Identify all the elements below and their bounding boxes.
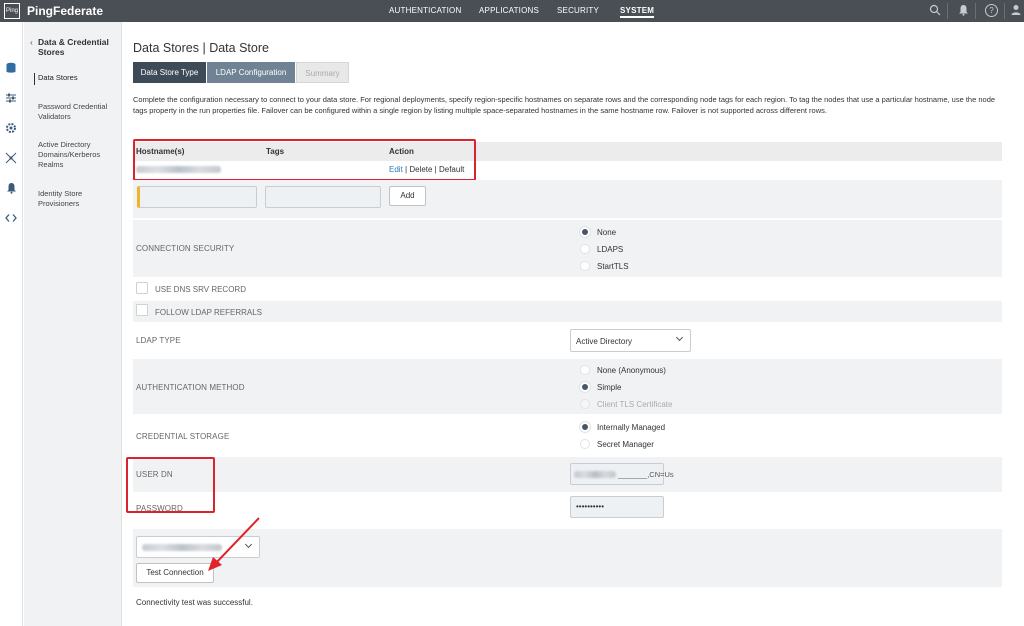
top-bar: Ping PingFederate AUTHENTICATION APPLICA… xyxy=(0,0,1024,22)
back-to-data-credential-stores[interactable]: ‹ Data & Credential Stores xyxy=(30,37,120,57)
nav-applications[interactable]: APPLICATIONS xyxy=(479,6,539,15)
user-dn-redacted xyxy=(574,471,616,478)
main-content: Data Stores | Data Store Data Store Type… xyxy=(123,22,1024,626)
tags-input[interactable] xyxy=(265,186,381,208)
radio-internally-managed[interactable] xyxy=(580,422,590,432)
add-hostname-row: Add xyxy=(133,180,1002,218)
gear-icon[interactable] xyxy=(4,122,18,136)
nav-security[interactable]: SECURITY xyxy=(557,6,599,15)
sidebar-item-active-directory-domains[interactable]: Active Directory Domains/Kerberos Realms xyxy=(38,140,120,170)
radio-internally-managed-label: Internally Managed xyxy=(597,423,666,432)
dns-srv-row: USE DNS SRV RECORD xyxy=(133,279,1002,299)
radio-ldaps[interactable] xyxy=(580,244,590,254)
chevron-left-icon: ‹ xyxy=(30,37,33,47)
search-icon[interactable] xyxy=(929,4,941,21)
credential-storage-section: CREDENTIAL STORAGE Internally Managed Se… xyxy=(133,415,1002,455)
radio-starttls-label: StartTLS xyxy=(597,262,629,271)
active-indicator xyxy=(34,73,35,85)
auth-method-label: AUTHENTICATION METHOD xyxy=(136,383,245,392)
user-dn-row: USER DN _______,CN=Us xyxy=(133,457,1002,492)
user-icon[interactable] xyxy=(1011,4,1021,21)
radio-starttls[interactable] xyxy=(580,261,590,271)
ping-logo: Ping xyxy=(4,3,20,19)
radio-simple-label: Simple xyxy=(597,383,622,392)
radio-secret-manager-label: Secret Manager xyxy=(597,440,654,449)
annotation-arrow xyxy=(208,517,260,571)
radio-secret-manager[interactable] xyxy=(580,439,590,449)
page-description: Complete the configuration necessary to … xyxy=(133,95,996,115)
sidebar-item-password-credential-validators[interactable]: Password Credential Validators xyxy=(38,102,120,122)
chevron-down-icon xyxy=(675,333,684,342)
radio-ldaps-label: LDAPS xyxy=(597,245,624,254)
dns-srv-checkbox[interactable] xyxy=(136,282,148,294)
ldap-type-row: LDAP TYPE Active Directory xyxy=(133,323,1002,358)
password-value: •••••••••• xyxy=(576,502,605,511)
radio-client-tls-label: Client TLS Certificate xyxy=(597,400,673,409)
ldap-type-select[interactable]: Active Directory xyxy=(570,329,691,352)
radio-none[interactable] xyxy=(580,227,590,237)
tab-ldap-configuration[interactable]: LDAP Configuration xyxy=(207,62,295,83)
bell-icon[interactable] xyxy=(4,182,18,196)
auth-method-section: AUTHENTICATION METHOD None (Anonymous) S… xyxy=(133,359,1002,414)
nav-system[interactable]: SYSTEM xyxy=(620,6,655,18)
ldap-referrals-row: FOLLOW LDAP REFERRALS xyxy=(133,301,1002,322)
icon-rail xyxy=(0,22,23,626)
help-icon[interactable]: ? xyxy=(985,4,998,17)
nav-authentication[interactable]: AUTHENTICATION xyxy=(389,6,461,15)
radio-none-label: None xyxy=(597,228,617,237)
dns-srv-label: USE DNS SRV RECORD xyxy=(155,285,246,294)
add-button[interactable]: Add xyxy=(389,186,426,206)
product-name: PingFederate xyxy=(27,4,104,18)
credential-storage-label: CREDENTIAL STORAGE xyxy=(136,432,230,441)
back-label: Data & Credential Stores xyxy=(38,37,109,57)
connectivity-status: Connectivity test was successful. xyxy=(136,598,253,607)
data-stores-icon[interactable] xyxy=(4,62,18,76)
network-icon[interactable] xyxy=(4,152,18,166)
radio-client-tls xyxy=(580,399,590,409)
radio-anonymous[interactable] xyxy=(580,365,590,375)
hostname-input[interactable] xyxy=(137,186,257,208)
page-title: Data Stores | Data Store xyxy=(133,41,269,55)
user-dn-value: _______,CN=Us xyxy=(618,470,674,479)
user-dn-input[interactable]: _______,CN=Us xyxy=(570,463,674,485)
highlight-credentials xyxy=(126,457,215,513)
code-icon[interactable] xyxy=(4,212,18,226)
radio-simple[interactable] xyxy=(580,382,590,392)
side-nav: ‹ Data & Credential Stores Data Stores P… xyxy=(24,22,122,626)
tab-data-store-type[interactable]: Data Store Type xyxy=(133,62,206,83)
radio-anonymous-label: None (Anonymous) xyxy=(597,366,666,375)
connection-security-label: CONNECTION SECURITY xyxy=(136,244,235,253)
settings-sliders-icon[interactable] xyxy=(4,92,18,106)
tab-summary: Summary xyxy=(296,62,349,83)
notification-bell-icon[interactable] xyxy=(958,4,969,21)
ldap-referrals-label: FOLLOW LDAP REFERRALS xyxy=(155,308,262,317)
password-input[interactable]: •••••••••• xyxy=(570,496,664,518)
connection-security-section: CONNECTION SECURITY None LDAPS StartTLS xyxy=(133,220,1002,277)
highlight-hostname-table xyxy=(133,139,476,181)
ldap-type-label: LDAP TYPE xyxy=(136,336,181,345)
ldap-type-value: Active Directory xyxy=(576,337,633,346)
ldap-referrals-checkbox[interactable] xyxy=(136,304,148,316)
sidebar-item-identity-store-provisioners[interactable]: Identity Store Provisioners xyxy=(38,189,120,209)
sidebar-item-data-stores[interactable]: Data Stores xyxy=(38,73,120,83)
